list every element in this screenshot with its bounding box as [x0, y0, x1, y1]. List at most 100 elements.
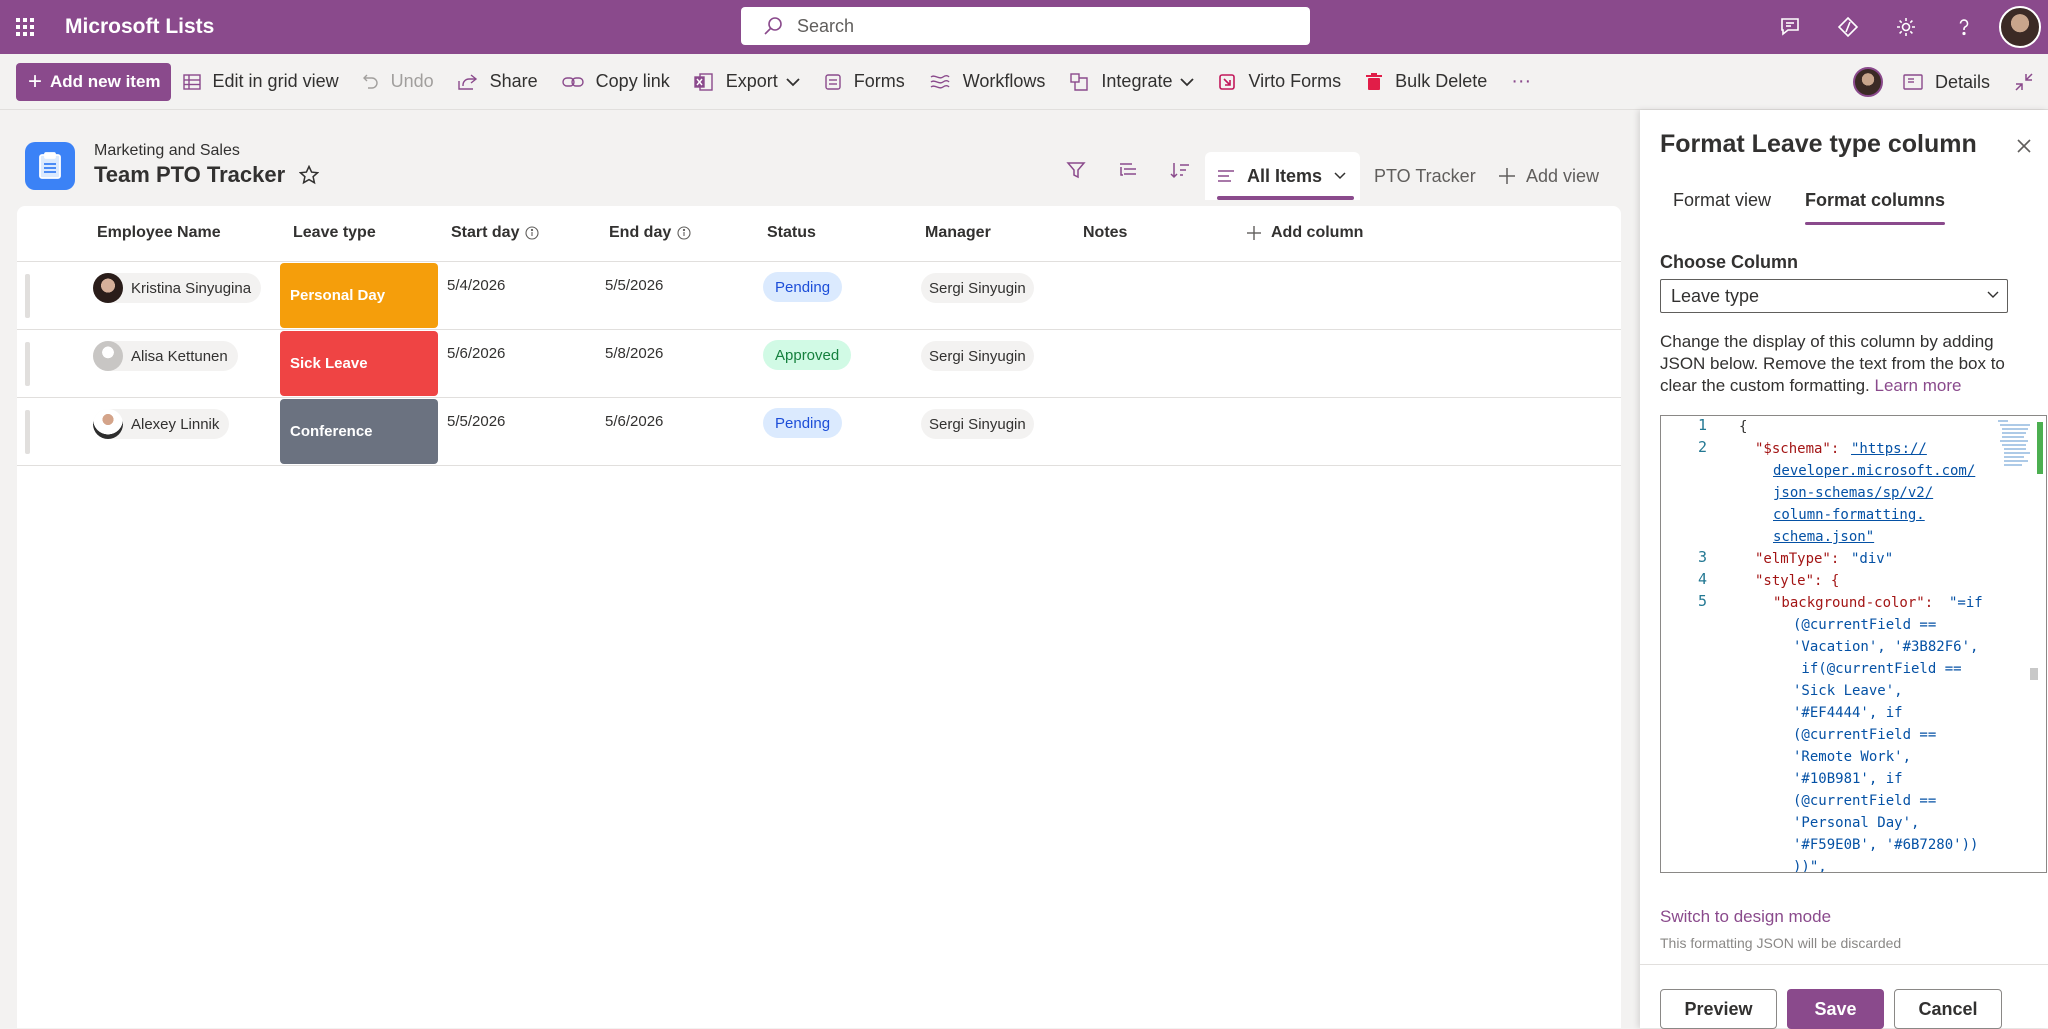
- share-button[interactable]: Share: [446, 63, 550, 101]
- row-select-handle[interactable]: [25, 410, 30, 454]
- virto-forms-button[interactable]: Virto Forms: [1206, 63, 1353, 101]
- export-button[interactable]: Export: [682, 63, 812, 101]
- details-button[interactable]: Details: [1903, 63, 2002, 101]
- employee-persona[interactable]: Alisa Kettunen: [93, 341, 238, 371]
- chevron-down-icon: [786, 77, 800, 87]
- code-line: "background-color":: [1773, 595, 1934, 611]
- cancel-button[interactable]: Cancel: [1894, 989, 2002, 1029]
- learn-more-link[interactable]: Learn more: [1875, 376, 1962, 395]
- start-day-cell[interactable]: 5/6/2026: [447, 345, 505, 362]
- link-icon: [561, 75, 584, 89]
- edit-grid-view-button[interactable]: Edit in grid view: [171, 63, 351, 101]
- json-code-editor[interactable]: 1 2 3 4 5 { "$schema": "https:// develop…: [1660, 415, 2047, 873]
- view-tab-pto-tracker[interactable]: PTO Tracker: [1374, 152, 1476, 200]
- integrate-button[interactable]: Integrate: [1057, 63, 1206, 101]
- favorite-star-icon[interactable]: [299, 165, 320, 185]
- tab-format-view[interactable]: Format view: [1673, 190, 1771, 211]
- employee-persona[interactable]: Alexey Linnik: [93, 409, 230, 439]
- site-name[interactable]: Marketing and Sales: [94, 142, 240, 160]
- search-input[interactable]: Search: [741, 7, 1310, 45]
- presence-avatar[interactable]: [1852, 67, 1883, 97]
- code-line: (@currentField ==: [1793, 727, 1937, 743]
- employee-name: Alisa Kettunen: [131, 347, 228, 365]
- table-row[interactable]: Alexey Linnik Conference 5/5/2026 5/6/20…: [17, 398, 1621, 466]
- add-view-button[interactable]: Add view: [1498, 152, 1599, 200]
- settings-gear-icon[interactable]: [1877, 0, 1935, 54]
- status-badge[interactable]: Pending: [763, 272, 843, 302]
- group-by-icon[interactable]: [1102, 150, 1154, 190]
- filter-icon[interactable]: [1050, 150, 1102, 190]
- table-row[interactable]: Kristina Sinyugina Personal Day 5/4/2026…: [17, 262, 1621, 330]
- column-header-end-day[interactable]: End day: [609, 224, 691, 242]
- end-day-cell[interactable]: 5/5/2026: [605, 277, 663, 294]
- line-number: 1: [1697, 416, 1707, 434]
- status-badge[interactable]: Approved: [763, 340, 852, 370]
- close-icon[interactable]: [2010, 132, 2038, 160]
- save-button[interactable]: Save: [1787, 989, 1884, 1029]
- switch-to-design-mode-link[interactable]: Switch to design mode: [1660, 907, 1831, 927]
- code-line: schema.json": [1773, 529, 1875, 545]
- column-header-notes[interactable]: Notes: [1083, 224, 1127, 242]
- add-column-button[interactable]: Add column: [1247, 224, 1363, 242]
- command-bar: + Add new item Edit in grid view Undo Sh…: [0, 54, 2048, 110]
- status-badge[interactable]: Pending: [763, 408, 843, 438]
- manager-persona[interactable]: Sergi Sinyugin: [921, 409, 1034, 439]
- code-minimap[interactable]: [1994, 416, 2046, 872]
- view-tab-all-items[interactable]: All Items: [1205, 152, 1360, 200]
- share-icon: [457, 73, 478, 91]
- row-select-handle[interactable]: [25, 342, 30, 386]
- row-select-handle[interactable]: [25, 274, 30, 318]
- list-title: Team PTO Tracker: [94, 162, 320, 188]
- choose-column-value: Leave type: [1671, 285, 1760, 306]
- copy-link-button[interactable]: Copy link: [550, 63, 682, 101]
- help-icon[interactable]: [1935, 0, 1993, 54]
- bulk-delete-button[interactable]: Bulk Delete: [1353, 63, 1499, 101]
- column-header-start-day[interactable]: Start day: [451, 224, 540, 242]
- column-header-manager[interactable]: Manager: [925, 224, 991, 242]
- code-line: ))",: [1793, 859, 1827, 873]
- line-number: 5: [1697, 592, 1707, 610]
- info-icon[interactable]: [677, 226, 691, 240]
- line-number: 3: [1697, 548, 1707, 566]
- virto-forms-label: Virto Forms: [1248, 71, 1342, 91]
- code-line: column-formatting.: [1773, 507, 1925, 523]
- collapse-icon[interactable]: [2002, 63, 2048, 101]
- line-number: 4: [1697, 570, 1707, 588]
- code-line: "https://: [1851, 441, 1927, 457]
- end-day-cell[interactable]: 5/8/2026: [605, 345, 663, 362]
- choose-column-dropdown[interactable]: Leave type: [1660, 279, 2008, 313]
- start-day-cell[interactable]: 5/4/2026: [447, 277, 505, 294]
- app-title[interactable]: Microsoft Lists: [65, 15, 214, 39]
- leave-type-cell[interactable]: Personal Day: [280, 263, 438, 328]
- start-day-label: Start day: [451, 224, 520, 241]
- trash-icon: [1365, 72, 1383, 91]
- manager-persona[interactable]: Sergi Sinyugin: [921, 341, 1034, 371]
- manager-persona[interactable]: Sergi Sinyugin: [921, 273, 1034, 303]
- tab-format-columns-label: Format columns: [1805, 190, 1946, 210]
- employee-persona[interactable]: Kristina Sinyugina: [93, 273, 262, 303]
- diamond-icon[interactable]: [1819, 0, 1877, 54]
- workflows-button[interactable]: Workflows: [917, 63, 1058, 101]
- table-row[interactable]: Alisa Kettunen Sick Leave 5/6/2026 5/8/2…: [17, 330, 1621, 398]
- feedback-icon[interactable]: [1761, 0, 1819, 54]
- start-day-cell[interactable]: 5/5/2026: [447, 413, 505, 430]
- editor-scrollbar-thumb[interactable]: [2030, 668, 2038, 680]
- undo-button[interactable]: Undo: [351, 63, 446, 101]
- integrate-label: Integrate: [1101, 71, 1173, 91]
- info-icon[interactable]: [525, 226, 540, 240]
- user-avatar[interactable]: [1999, 6, 2041, 48]
- sort-icon[interactable]: [1154, 150, 1206, 190]
- column-header-leave-type[interactable]: Leave type: [293, 224, 376, 242]
- leave-type-cell[interactable]: Sick Leave: [280, 331, 438, 396]
- column-header-employee[interactable]: Employee Name: [97, 224, 221, 242]
- app-launcher-icon[interactable]: [0, 0, 50, 54]
- add-new-item-button[interactable]: + Add new item: [16, 62, 171, 101]
- leave-type-cell[interactable]: Conference: [280, 399, 438, 464]
- more-options-button[interactable]: ···: [1499, 63, 1543, 101]
- column-header-status[interactable]: Status: [767, 224, 816, 242]
- end-day-cell[interactable]: 5/6/2026: [605, 413, 663, 430]
- tab-format-columns[interactable]: Format columns: [1805, 190, 1946, 225]
- plus-icon: +: [28, 67, 43, 95]
- forms-button[interactable]: Forms: [812, 63, 917, 101]
- preview-button[interactable]: Preview: [1660, 989, 1777, 1029]
